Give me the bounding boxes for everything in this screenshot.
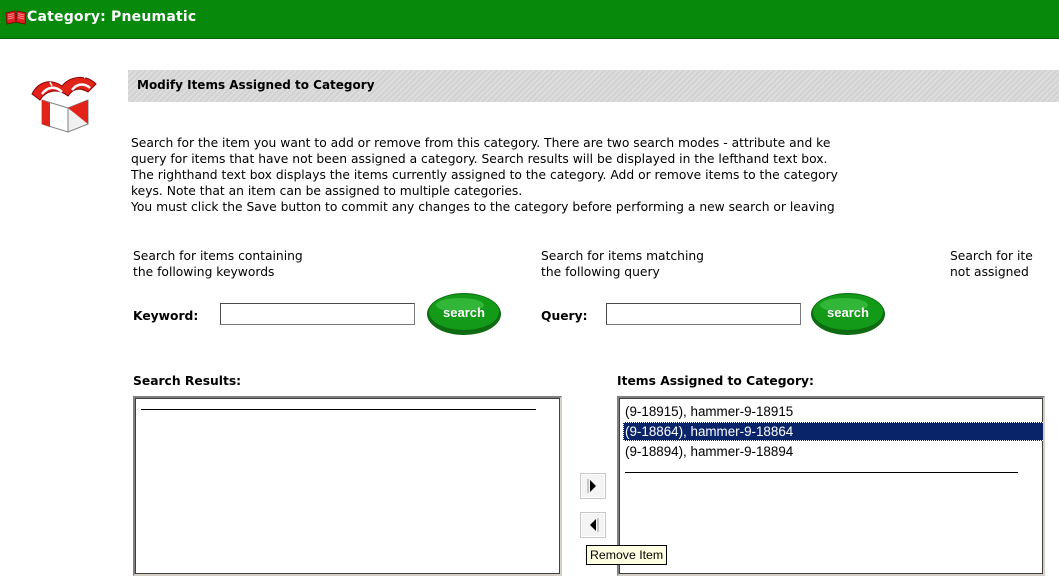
assigned-items-header: Items Assigned to Category: (617, 374, 814, 388)
description-line: You must click the Save button to commit… (131, 200, 835, 214)
arrow-right-icon (580, 473, 606, 499)
keyword-input[interactable] (220, 303, 415, 325)
oval-button-shape (811, 293, 885, 335)
oval-button-shape (427, 293, 501, 335)
assigned-item-selected[interactable]: (9-18864), hammer-9-18864 (623, 422, 1043, 441)
arrow-left-icon (580, 512, 606, 538)
assigned-items-listbox[interactable]: (9-18915), hammer-9-18915 (9-18864), ham… (617, 396, 1045, 576)
remove-item-tooltip: Remove Item (586, 545, 668, 565)
remove-item-button[interactable] (580, 512, 606, 538)
unassigned-search-description: not assigned (950, 265, 1029, 279)
keyword-label: Keyword: (133, 309, 199, 323)
query-search-button[interactable]: search (810, 292, 886, 336)
description-line: query for items that have not been assig… (131, 152, 828, 166)
query-input[interactable] (606, 303, 801, 325)
category-box-icon (31, 73, 97, 133)
description-line: keys. Note that an item can be assigned … (131, 184, 523, 198)
list-separator (141, 409, 536, 410)
query-search-description: the following query (541, 265, 660, 279)
assigned-item[interactable]: (9-18894), hammer-9-18894 (623, 442, 793, 461)
keyword-search-description: the following keywords (133, 265, 275, 279)
section-title: Modify Items Assigned to Category (137, 78, 375, 92)
description-line: The righthand text box displays the item… (131, 168, 838, 182)
list-separator (625, 472, 1018, 473)
keyword-search-button[interactable]: search (426, 292, 502, 336)
query-search-description: Search for items matching (541, 249, 704, 263)
open-book-icon (5, 10, 27, 25)
assigned-item[interactable]: (9-18915), hammer-9-18915 (623, 402, 793, 421)
search-results-header: Search Results: (133, 374, 242, 388)
query-label: Query: (541, 309, 588, 323)
search-results-listbox[interactable] (133, 396, 562, 576)
add-item-button[interactable] (580, 473, 606, 499)
unassigned-search-description: Search for ite (950, 249, 1033, 263)
description-line: Search for the item you want to add or r… (131, 136, 831, 150)
window-title: Category: Pneumatic (27, 9, 197, 25)
keyword-search-description: Search for items containing (133, 249, 303, 263)
